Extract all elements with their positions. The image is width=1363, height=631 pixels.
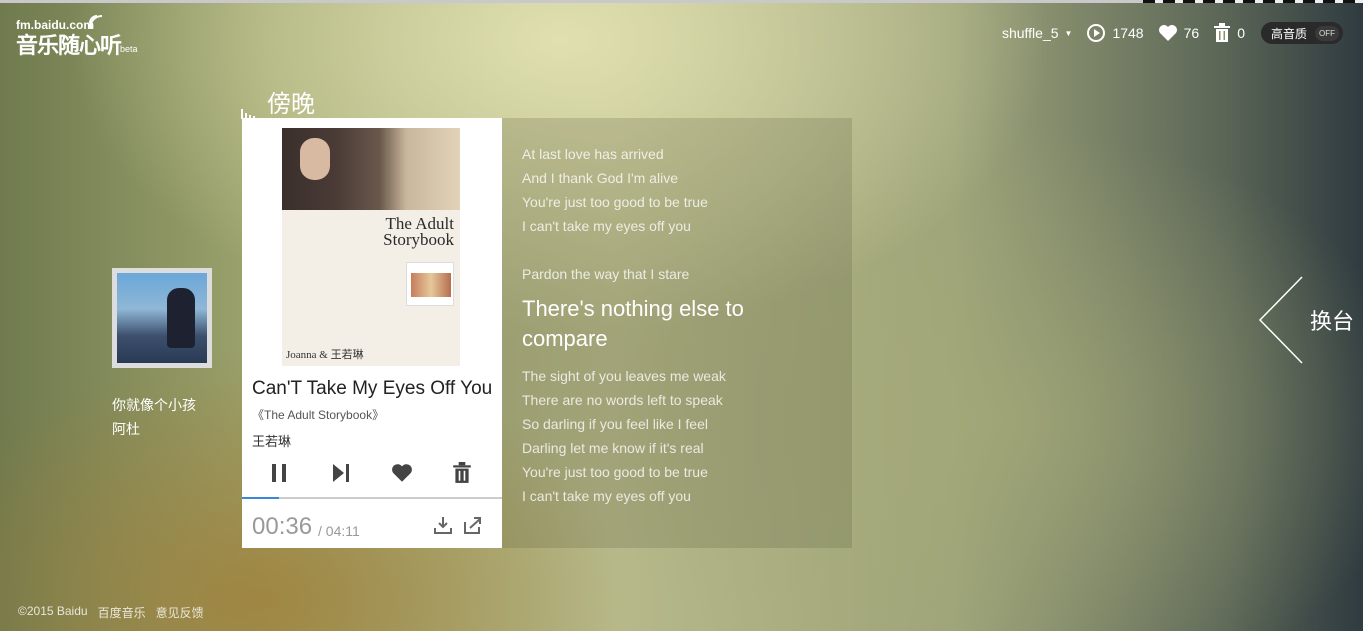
lyric-line: At last love has arrived bbox=[522, 146, 664, 162]
download-button[interactable] bbox=[434, 516, 452, 539]
lyric-line: You're just too good to be true bbox=[522, 194, 708, 210]
trash-songs-button[interactable]: 0 bbox=[1213, 23, 1245, 43]
share-icon bbox=[464, 517, 481, 534]
player-card: The Adult Storybook Joanna & 王若琳 Can'T T… bbox=[242, 118, 502, 548]
lyric-line: Pardon the way that I stare bbox=[522, 266, 690, 282]
share-button[interactable] bbox=[464, 516, 482, 539]
album-cover-book bbox=[406, 262, 454, 306]
song-album[interactable]: 《The Adult Storybook》 bbox=[252, 406, 384, 423]
high-quality-toggle[interactable]: 高音质 OFF bbox=[1260, 22, 1343, 44]
top-bar: shuffle_5 ▼ 1748 76 0 高音质 OFF bbox=[1002, 22, 1343, 44]
album-cover-title: The Adult Storybook bbox=[383, 214, 454, 249]
previous-song-info[interactable]: 你就像个小孩 阿杜 bbox=[112, 393, 196, 441]
logo-beta-tag: beta bbox=[120, 44, 138, 54]
high-quality-label: 高音质 bbox=[1270, 26, 1307, 41]
liked-count: 76 bbox=[1183, 25, 1200, 41]
album-cover-photo bbox=[282, 128, 460, 210]
trash-icon bbox=[1214, 23, 1231, 42]
lyrics-panel: At last love has arrived And I thank God… bbox=[502, 118, 852, 548]
switch-channel-label: 换台 bbox=[1310, 309, 1355, 334]
copyright: ©2015 Baidu bbox=[18, 604, 88, 618]
liked-songs-button[interactable]: 76 bbox=[1158, 24, 1200, 42]
previous-song-artist: 阿杜 bbox=[112, 421, 140, 437]
trash-button[interactable] bbox=[447, 458, 477, 488]
song-artist[interactable]: 王若琳 bbox=[252, 431, 291, 450]
previous-song-cover[interactable] bbox=[112, 268, 212, 368]
pause-button[interactable] bbox=[264, 458, 294, 488]
album-cover-book-picture bbox=[411, 273, 451, 297]
footer: ©2015 Baidu 百度音乐 意见反馈 bbox=[18, 604, 214, 621]
album-cover-artist: Joanna & 王若琳 bbox=[286, 349, 364, 361]
lyric-line: And I thank God I'm alive bbox=[522, 170, 678, 186]
lyric-line: So darling if you feel like I feel bbox=[522, 416, 708, 432]
lyric-line: The sight of you leaves me weak bbox=[522, 368, 726, 384]
channel-title: 傍晚 bbox=[267, 91, 315, 118]
lyric-line: Darling let me know if it's real bbox=[522, 440, 704, 456]
chevron-down-icon: ▼ bbox=[1064, 28, 1073, 38]
heart-icon bbox=[392, 464, 412, 482]
trash-icon bbox=[453, 462, 471, 483]
channel-header: 傍晚 bbox=[241, 84, 315, 119]
pause-icon bbox=[272, 464, 286, 482]
top-strip-pattern bbox=[1143, 0, 1363, 3]
lyric-gap bbox=[522, 238, 832, 262]
user-menu[interactable]: shuffle_5 ▼ bbox=[1002, 25, 1073, 41]
lyric-line: There are no words left to speak bbox=[522, 392, 723, 408]
previous-cover-art bbox=[117, 273, 207, 363]
elapsed-time: 00:36 bbox=[252, 513, 313, 540]
lyric-line: I can't take my eyes off you bbox=[522, 218, 691, 234]
username: shuffle_5 bbox=[1001, 25, 1059, 41]
played-count: 1748 bbox=[1112, 25, 1144, 41]
footer-link-feedback[interactable]: 意见反馈 bbox=[156, 604, 204, 621]
album-cover: The Adult Storybook Joanna & 王若琳 bbox=[282, 128, 460, 366]
heart-icon bbox=[1158, 25, 1177, 41]
album-cover-face bbox=[300, 138, 330, 180]
high-quality-state: OFF bbox=[1315, 25, 1339, 41]
current-lyric-line: There's nothing else to compare bbox=[522, 296, 744, 351]
lyric-line: I can't take my eyes off you bbox=[522, 488, 691, 504]
like-button[interactable] bbox=[387, 458, 417, 488]
next-button[interactable] bbox=[326, 458, 356, 488]
chevron-left-icon bbox=[1258, 276, 1303, 364]
progress-bar[interactable] bbox=[242, 497, 502, 499]
footer-link-baidu-music[interactable]: 百度音乐 bbox=[98, 604, 146, 621]
trash-count: 0 bbox=[1237, 25, 1245, 41]
previous-song-title: 你就像个小孩 bbox=[112, 397, 196, 413]
played-history-button[interactable]: 1748 bbox=[1086, 23, 1144, 43]
switch-channel-button[interactable]: 换台 bbox=[1258, 276, 1358, 364]
top-strip bbox=[0, 0, 1363, 3]
playback-controls bbox=[242, 458, 502, 488]
total-time: / 04:11 bbox=[318, 523, 360, 539]
download-icon bbox=[434, 517, 452, 534]
previous-cover-figure bbox=[167, 288, 195, 348]
progress-fill bbox=[242, 497, 280, 499]
next-icon bbox=[333, 464, 349, 482]
logo-name: 音乐随心听 bbox=[16, 33, 122, 58]
song-title[interactable]: Can'T Take My Eyes Off You bbox=[252, 378, 496, 400]
play-history-icon bbox=[1087, 24, 1106, 42]
lyric-line: You're just too good to be true bbox=[522, 464, 708, 480]
